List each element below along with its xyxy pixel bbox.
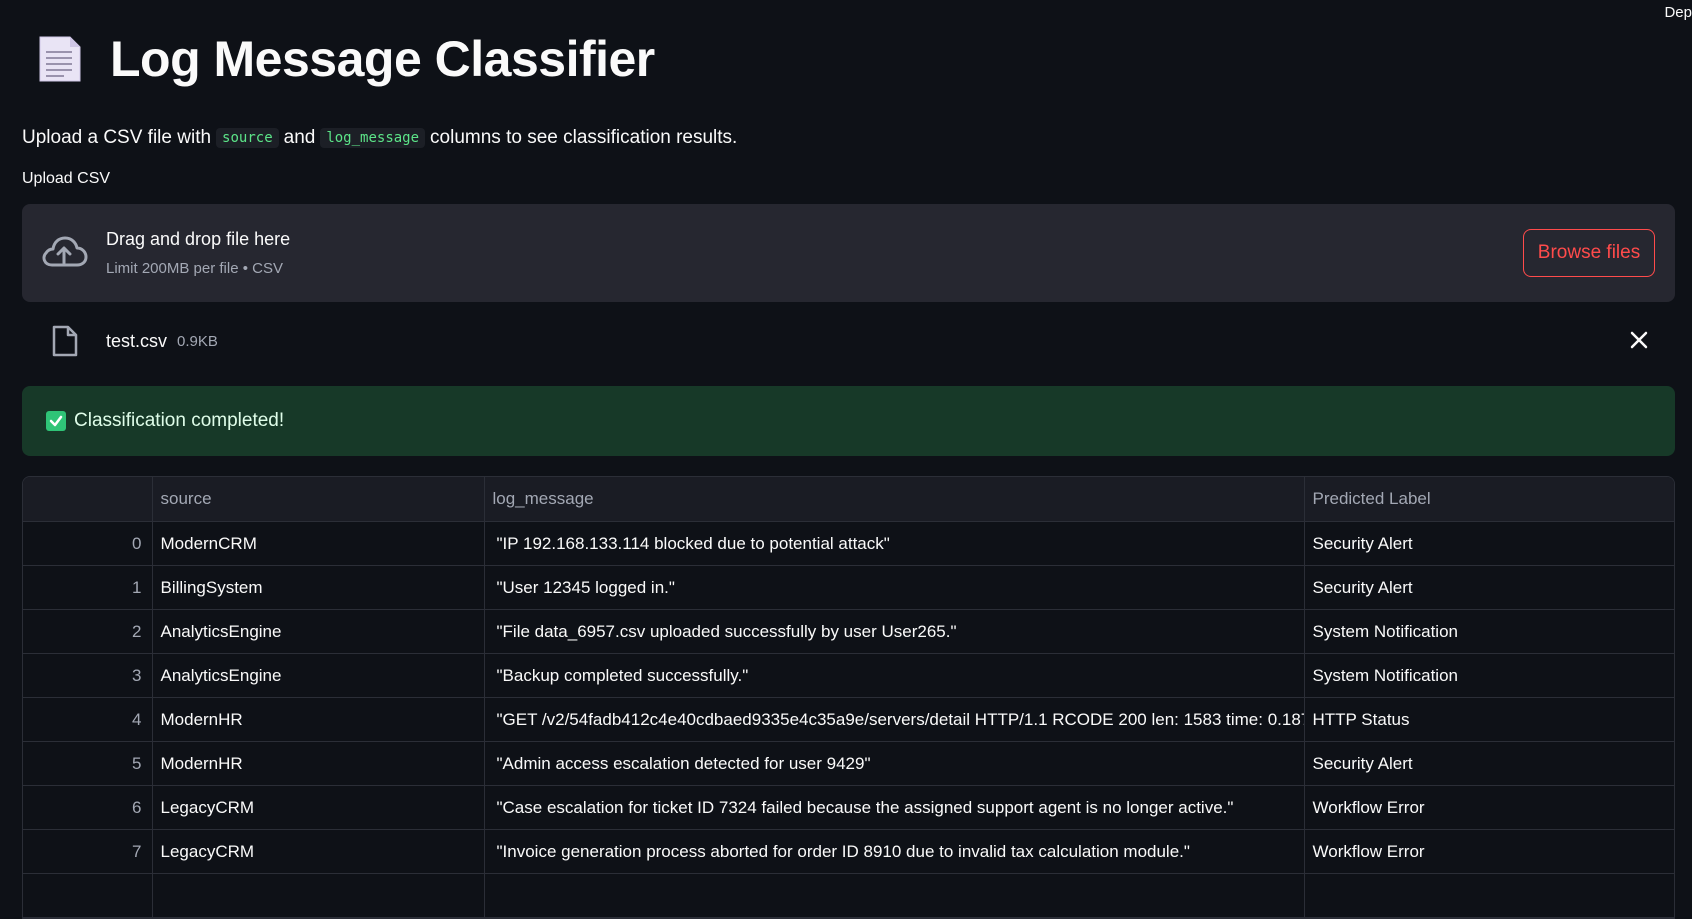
cell-predicted-label[interactable]: Security Alert [1304, 521, 1674, 566]
cell-predicted-label[interactable]: Workflow Error [1304, 829, 1674, 874]
cell-predicted-label[interactable]: Security Alert [1304, 565, 1674, 610]
cell-log-message[interactable]: "Admin access escalation detected for us… [484, 741, 1305, 786]
cell-predicted-label[interactable]: System Notification [1304, 609, 1674, 654]
column-header-source[interactable]: source [152, 477, 485, 522]
uploaded-file-row: test.csv 0.9KB [22, 302, 1675, 380]
cell-log-message[interactable]: "User 12345 logged in." [484, 565, 1305, 610]
cell-predicted-label[interactable]: System Notification [1304, 653, 1674, 698]
file-size: 0.9KB [177, 332, 218, 350]
cell-log-message[interactable]: "Backup completed successfully." [484, 653, 1305, 698]
intro-suffix: columns to see classification results. [430, 127, 738, 148]
page-facing-up-icon [39, 36, 81, 82]
dropzone-limit: Limit 200MB per file • CSV [106, 260, 283, 277]
page-title: Log Message Classifier [110, 31, 655, 87]
main-content: Log Message Classifier Upload a CSV file… [22, 0, 1675, 919]
success-alert: Classification completed! [22, 386, 1675, 456]
results-table[interactable]: source log_message Predicted Label 0 Mod… [22, 476, 1675, 919]
table-row[interactable]: 6 LegacyCRM "Case escalation for ticket … [23, 785, 1674, 830]
success-message: Classification completed! [74, 410, 285, 431]
cell-source[interactable]: ModernHR [152, 697, 485, 742]
cell-log-message[interactable]: "GET /v2/54fadb412c4e40cdbaed9335e4c35a9… [484, 697, 1305, 742]
file-icon [52, 325, 78, 357]
cell-source[interactable]: AnalyticsEngine [152, 653, 485, 698]
cell-predicted-label[interactable]: Workflow Error [1304, 785, 1674, 830]
table-row[interactable]: 7 LegacyCRM "Invoice generation process … [23, 829, 1674, 874]
column-header-predicted-label[interactable]: Predicted Label [1304, 477, 1674, 522]
table-row[interactable]: 0 ModernCRM "IP 192.168.133.114 blocked … [23, 521, 1674, 566]
dropzone-instructions: Drag and drop file here [106, 229, 291, 249]
row-index: 5 [23, 741, 153, 786]
table-row[interactable]: 4 ModernHR "GET /v2/54fadb412c4e40cdbaed… [23, 697, 1674, 742]
row-index: 1 [23, 565, 153, 610]
cell-predicted-label[interactable] [1304, 873, 1674, 918]
row-index: 3 [23, 653, 153, 698]
row-index: 2 [23, 609, 153, 654]
close-icon[interactable] [1627, 328, 1651, 352]
cell-log-message[interactable]: "File data_6957.csv uploaded successfull… [484, 609, 1305, 654]
cell-log-message[interactable]: "IP 192.168.133.114 blocked due to poten… [484, 521, 1305, 566]
column-header-log-message[interactable]: log_message [484, 477, 1305, 522]
code-source: source [216, 128, 279, 148]
row-index [23, 873, 153, 918]
cell-log-message[interactable]: "Invoice generation process aborted for … [484, 829, 1305, 874]
cell-source[interactable]: LegacyCRM [152, 785, 485, 830]
row-index: 7 [23, 829, 153, 874]
file-name: test.csv [106, 330, 168, 351]
title-row: Log Message Classifier [22, 0, 1675, 118]
cell-source[interactable]: LegacyCRM [152, 829, 485, 874]
cell-source[interactable]: AnalyticsEngine [152, 609, 485, 654]
column-header-index[interactable] [23, 477, 153, 522]
cell-predicted-label[interactable]: Security Alert [1304, 741, 1674, 786]
table-header-row: source log_message Predicted Label [23, 477, 1674, 522]
cell-predicted-label[interactable]: HTTP Status [1304, 697, 1674, 742]
table-row[interactable] [23, 873, 1674, 918]
cell-log-message[interactable]: "Case escalation for ticket ID 7324 fail… [484, 785, 1305, 830]
cell-log-message[interactable] [484, 873, 1305, 918]
row-index: 6 [23, 785, 153, 830]
dropzone-text: Drag and drop file here Limit 200MB per … [106, 229, 290, 277]
row-index: 4 [23, 697, 153, 742]
cell-source[interactable]: ModernHR [152, 741, 485, 786]
upload-label: Upload CSV [22, 170, 111, 187]
intro-prefix: Upload a CSV file with [22, 127, 212, 148]
table-row[interactable]: 3 AnalyticsEngine "Backup completed succ… [23, 653, 1674, 698]
cell-source[interactable] [152, 873, 485, 918]
table-row[interactable]: 1 BillingSystem "User 12345 logged in." … [23, 565, 1674, 610]
table-row[interactable]: 2 AnalyticsEngine "File data_6957.csv up… [23, 609, 1674, 654]
intro-and: and [283, 127, 316, 148]
intro-text: Upload a CSV file with source and log_me… [22, 120, 1675, 156]
cloud-upload-icon [42, 236, 88, 267]
cell-source[interactable]: ModernCRM [152, 521, 485, 566]
row-index: 0 [23, 521, 153, 566]
browse-files-button[interactable]: Browse files [1523, 229, 1655, 277]
cell-source[interactable]: BillingSystem [152, 565, 485, 610]
table-row[interactable]: 5 ModernHR "Admin access escalation dete… [23, 741, 1674, 786]
code-log-message: log_message [320, 128, 426, 148]
file-dropzone[interactable]: Drag and drop file here Limit 200MB per … [22, 204, 1675, 302]
check-mark-icon [46, 411, 66, 431]
